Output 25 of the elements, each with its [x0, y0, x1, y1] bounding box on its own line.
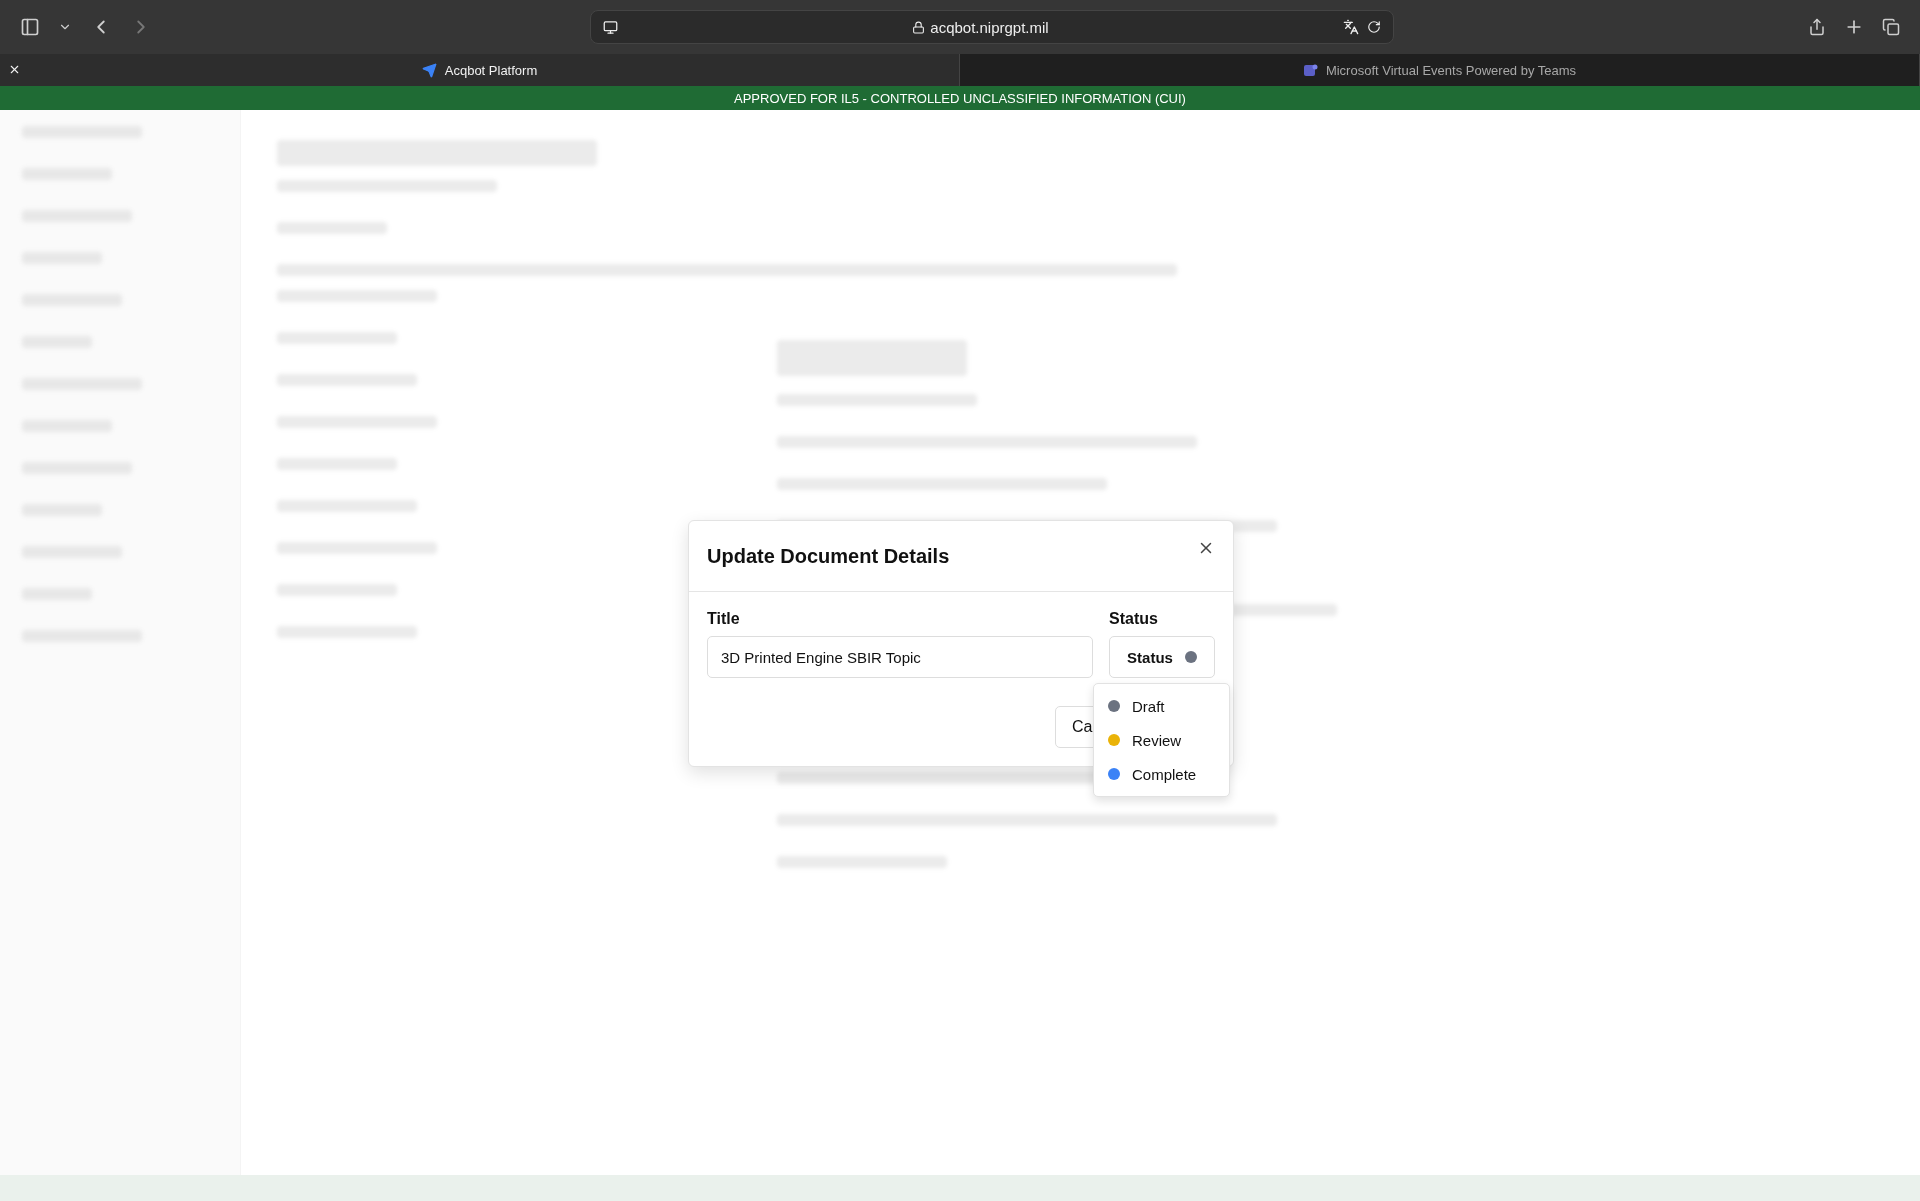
status-option[interactable]: Draft	[1094, 689, 1229, 723]
sidebar-icon[interactable]	[20, 17, 40, 37]
url-text: acqbot.niprgpt.mil	[930, 18, 1049, 36]
tabs-overview-icon[interactable]	[1882, 18, 1900, 36]
field-label: Title	[707, 610, 741, 628]
field-label: Status	[1109, 610, 1159, 628]
option-label: Complete	[1132, 765, 1197, 783]
browser-tab[interactable]: Acqbot Platform	[0, 54, 960, 86]
option-label: Review	[1132, 731, 1182, 749]
share-icon[interactable]	[1808, 18, 1826, 36]
classification-banner: APPROVED FOR IL5 - CONTROLLED UNCLASSIFIED INFORMATION (CUI)	[0, 86, 1920, 110]
dialog-title: Update Document Details	[707, 544, 950, 568]
reload-icon	[1367, 20, 1381, 34]
title-field[interactable]: 3D Printed Engine SBIR Topic	[707, 636, 1093, 678]
address-bar[interactable]: acqbot.niprgpt.mil	[590, 10, 1394, 44]
status-option[interactable]: Review	[1094, 723, 1229, 757]
paper-plane-icon	[421, 62, 437, 78]
status-option[interactable]: Complete	[1094, 757, 1229, 791]
app-icon	[1302, 62, 1318, 78]
close-tab-icon	[8, 63, 21, 76]
lock-icon	[912, 20, 926, 34]
translate-icon	[1343, 19, 1359, 35]
status-select[interactable]: Status	[1109, 636, 1215, 678]
option-label: Draft	[1132, 697, 1165, 715]
page-icon	[603, 19, 618, 35]
